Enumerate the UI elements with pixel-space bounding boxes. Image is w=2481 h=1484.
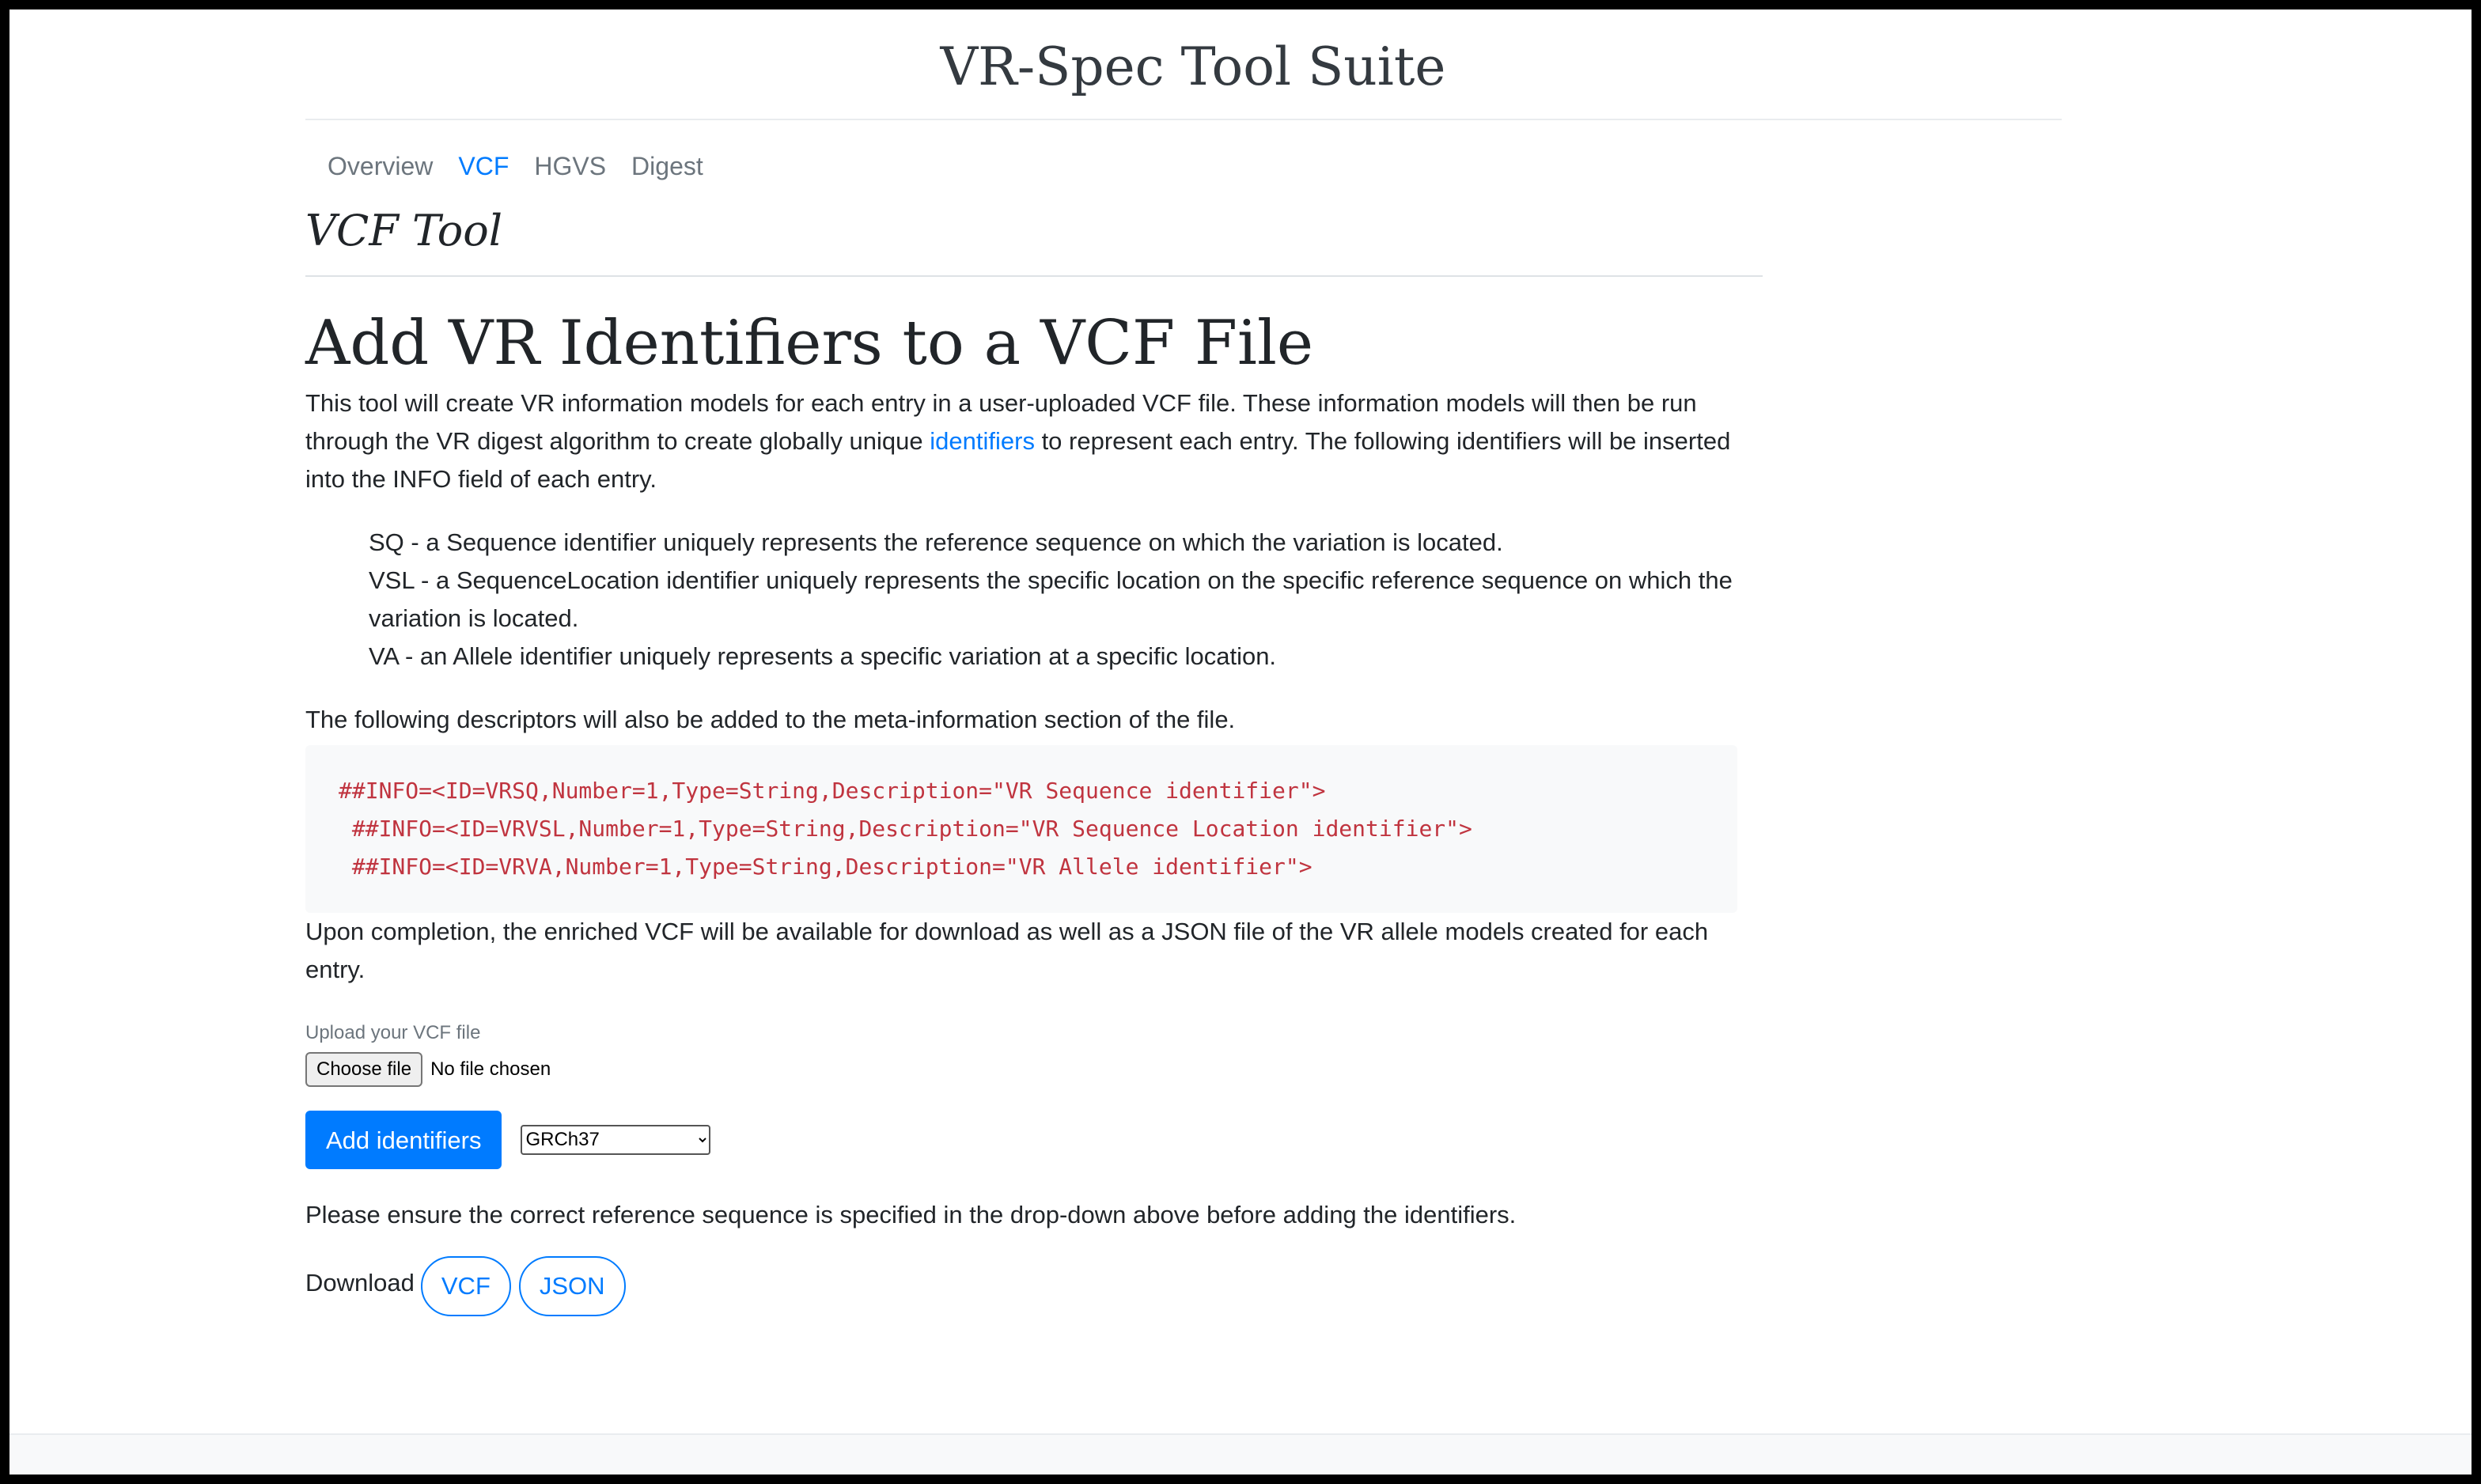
code-line-vrsq: ##INFO=<ID=VRSQ,Number=1,Type=String,Des…: [339, 777, 1326, 804]
descriptors-intro: The following descriptors will also be a…: [305, 705, 1236, 733]
code-line-vrva: ##INFO=<ID=VRVA,Number=1,Type=String,Des…: [339, 853, 1312, 880]
download-vcf-button[interactable]: VCF: [420, 1255, 511, 1316]
identifier-vsl: VSL - a SequenceLocation identifier uniq…: [369, 566, 1733, 632]
header-divider: [305, 119, 2062, 120]
completion-paragraph: Upon completion, the enriched VCF will b…: [305, 917, 1709, 983]
identifier-list: SQ - a Sequence identifier uniquely repr…: [369, 524, 1745, 676]
action-row: Add identifiers GRCh37: [305, 1110, 1745, 1169]
browser-viewport: VR-Spec Tool Suite Overview VCF HGVS Dig…: [9, 9, 2472, 1475]
tool-title-divider: [305, 275, 1763, 277]
download-row: Download VCF JSON: [305, 1250, 1745, 1316]
code-line-vrvsl: ##INFO=<ID=VRVSL,Number=1,Type=String,De…: [339, 815, 1472, 842]
add-identifiers-button[interactable]: Add identifiers: [305, 1110, 502, 1169]
reference-note: Please ensure the correct reference sequ…: [305, 1200, 1517, 1228]
main-content: Add VR Identifiers to a VCF File This to…: [305, 308, 1745, 1316]
identifier-va: VA - an Allele identifier uniquely repre…: [369, 642, 1277, 670]
identifiers-link[interactable]: identifiers: [930, 427, 1035, 455]
identifier-sq: SQ - a Sequence identifier uniquely repr…: [369, 528, 1503, 556]
page-heading: Add VR Identifiers to a VCF File: [305, 308, 1314, 379]
download-json-button[interactable]: JSON: [518, 1255, 626, 1316]
file-input[interactable]: Choose file No file chosen: [305, 1051, 1745, 1087]
intro-paragraph: This tool will create VR information mod…: [305, 384, 1745, 498]
nav-digest[interactable]: Digest: [619, 149, 716, 184]
info-code-block: ##INFO=<ID=VRSQ,Number=1,Type=String,Des…: [305, 744, 1737, 913]
nav-vcf[interactable]: VCF: [445, 149, 521, 184]
upload-label: Upload your VCF file: [305, 1021, 481, 1043]
tool-title: VCF Tool: [305, 206, 503, 256]
site-title: VR-Spec Tool Suite: [940, 36, 1446, 97]
choose-file-button[interactable]: Choose file: [305, 1051, 423, 1087]
page-footer: [9, 1433, 2472, 1475]
file-status: No file chosen: [430, 1058, 551, 1080]
nav-overview[interactable]: Overview: [315, 149, 445, 184]
download-label: Download: [305, 1268, 415, 1297]
reference-select[interactable]: GRCh37: [521, 1124, 711, 1155]
nav-hgvs[interactable]: HGVS: [521, 149, 619, 184]
